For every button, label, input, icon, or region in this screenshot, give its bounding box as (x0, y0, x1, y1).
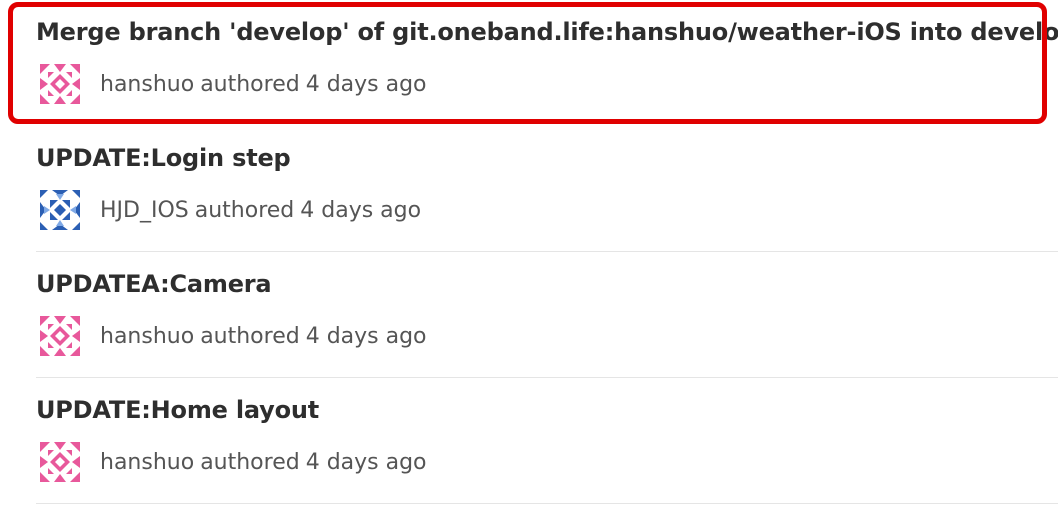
commit-meta-text: hanshuo authored 4 days ago (100, 450, 427, 475)
commit-title-link[interactable]: Merge branch 'develop' of git.oneband.li… (36, 18, 1058, 46)
commit-time: 4 days ago (300, 197, 422, 223)
commit-row[interactable]: Merge branch 'develop' of git.oneband.li… (36, 0, 1058, 126)
commit-meta: HJD_IOS authored 4 days ago (36, 186, 421, 234)
commit-meta: hanshuo authored 4 days ago (36, 438, 427, 486)
user-avatar-icon[interactable] (36, 186, 84, 234)
commit-time: 4 days ago (305, 323, 427, 349)
commit-title-link[interactable]: UPDATEA:Camera (36, 270, 272, 298)
author-link[interactable]: hanshuo (100, 72, 194, 97)
commit-title-link[interactable]: UPDATE:Home layout (36, 396, 319, 424)
author-link[interactable]: hanshuo (100, 324, 194, 349)
commit-meta-text: HJD_IOS authored 4 days ago (100, 198, 421, 223)
commit-list: Merge branch 'develop' of git.oneband.li… (0, 0, 1058, 506)
user-avatar-icon[interactable] (36, 312, 84, 360)
commit-row[interactable]: UPDATE:Login step HJD_IOS authored 4 day… (36, 126, 1058, 252)
authored-label: authored (200, 323, 300, 349)
author-link[interactable]: HJD_IOS (100, 198, 189, 223)
authored-label: authored (200, 449, 300, 475)
commit-meta: hanshuo authored 4 days ago (36, 60, 427, 108)
user-avatar-icon[interactable] (36, 438, 84, 486)
commit-time: 4 days ago (305, 71, 427, 97)
commit-title-link[interactable]: UPDATE:Login step (36, 144, 291, 172)
commit-row[interactable]: UPDATEA:Camera hanshuo authored 4 days a… (36, 252, 1058, 378)
author-link[interactable]: hanshuo (100, 450, 194, 475)
authored-label: authored (194, 197, 295, 223)
commit-meta-text: hanshuo authored 4 days ago (100, 324, 427, 349)
authored-label: authored (200, 71, 300, 97)
commit-row[interactable]: UPDATE:Home layout hanshuo authored 4 da… (36, 378, 1058, 504)
commit-time: 4 days ago (305, 449, 427, 475)
commit-meta-text: hanshuo authored 4 days ago (100, 72, 427, 97)
user-avatar-icon[interactable] (36, 60, 84, 108)
commit-meta: hanshuo authored 4 days ago (36, 312, 427, 360)
